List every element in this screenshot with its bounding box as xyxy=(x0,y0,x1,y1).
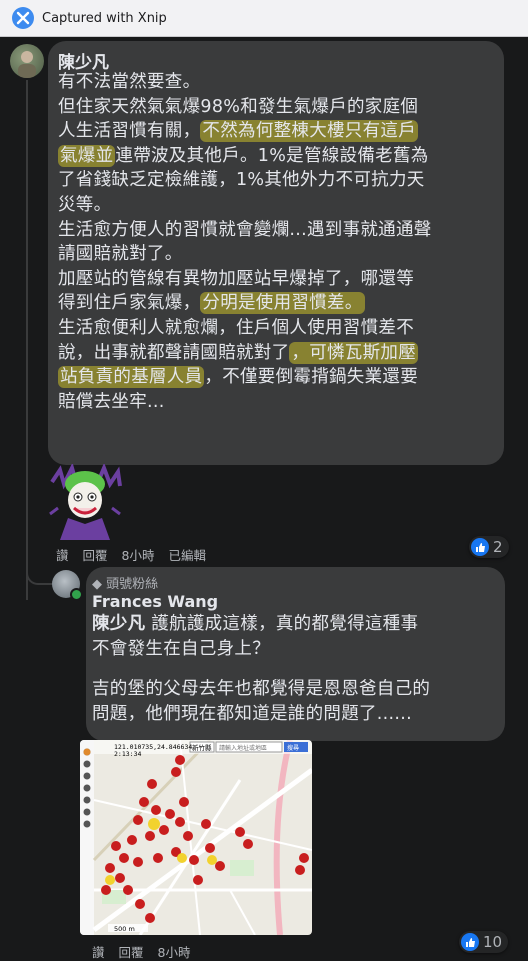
comment-line: 氣爆並 連帶波及其他戶。1%是管線設備老舊為 xyxy=(58,144,502,169)
comment-line: 人生活習慣有關， 不然為何整棟大樓只有這戶 xyxy=(58,119,502,144)
comment-text-segment: 加壓站的管線有異物加壓站早爆掉了，哪還等 xyxy=(58,268,414,289)
comment-line: 生活愈方便人的習慣就會變爛...遇到事就通通聲 xyxy=(58,218,502,243)
diamond-icon: ◆ xyxy=(92,577,102,592)
map-search-button[interactable]: 搜尋 xyxy=(287,744,299,752)
map-scale: 500 m xyxy=(114,925,135,933)
reaction-count-badge[interactable]: 2 xyxy=(469,536,509,558)
comment-line: 加壓站的管線有異物加壓站早爆掉了，哪還等 xyxy=(58,267,502,292)
reply-text: 陳少凡 護航護成這樣，真的都覺得這種事 不會發生在自己身上？ 吉的堡的父母去年也… xyxy=(92,614,431,724)
highlighted-text: 分明是使用習慣差。 xyxy=(200,292,365,315)
window-title: Captured with Xnip xyxy=(42,10,167,26)
comment-text-segment: ，不僅要倒霉揹鍋失業還要 xyxy=(204,367,419,388)
joker-sticker xyxy=(46,462,124,540)
reaction-count: 2 xyxy=(493,538,503,556)
comment-text-segment: 得到住戶家氣爆， xyxy=(58,293,201,314)
comment-text-segment: 了省錢缺乏定檢維護，1%其他外力不可抗力天 xyxy=(58,170,425,191)
comment-line: 災等。 xyxy=(58,193,502,218)
thumbs-up-icon xyxy=(471,538,489,556)
map-time: 2:13:34 xyxy=(114,750,141,758)
avatar[interactable] xyxy=(10,44,44,78)
thumbs-up-icon xyxy=(461,933,479,951)
reply-connector xyxy=(26,565,52,585)
reply-author[interactable]: Frances Wang xyxy=(92,592,218,611)
comment-text: 有不法當然要查。但住家天然氣氣爆98%和發生氣爆戶的家庭個 人生活習慣有關， 不然為… xyxy=(58,70,502,414)
comment-text-segment: 生活愈方便人的習慣就會變爛...遇到事就通通聲 xyxy=(58,219,432,240)
highlighted-text: ，可憐瓦斯加壓 xyxy=(289,341,419,364)
like-button[interactable]: 讚 xyxy=(92,942,105,961)
reply-actions: 讚 回覆 8小時 xyxy=(92,942,190,961)
map-district-select[interactable]: 新竹縣 xyxy=(192,743,212,752)
top-fan-badge: ◆ 頭號粉絲 xyxy=(92,577,159,592)
comment-line: 請國賠就對了。 xyxy=(58,242,502,267)
xnip-logo-icon xyxy=(12,7,34,29)
like-button[interactable]: 讚 xyxy=(56,545,69,564)
thread-line xyxy=(26,80,28,600)
comment-text-segment: 說，出事就都聲請國賠就對了 xyxy=(58,342,290,363)
comment-line: 但住家天然氣氣爆98%和發生氣爆戶的家庭個 xyxy=(58,95,502,120)
comment-text-segment: 連帶波及其他戶。1%是管線設備老舊為 xyxy=(115,145,429,166)
comment-text-segment: 有不法當然要查。 xyxy=(58,72,201,92)
mention-link[interactable]: 陳少凡 xyxy=(92,614,145,634)
comment-line: 生活愈便利人就愈爛，住戶個人使用習慣差不 xyxy=(58,316,502,341)
comment-text-segment: 災等。 xyxy=(58,194,112,215)
comment-text-segment: 生活愈便利人就愈爛，住戶個人使用習慣差不 xyxy=(58,317,414,338)
comment-line: 得到住戶家氣爆， 分明是使用習慣差。 xyxy=(58,291,502,316)
comment-line: 賠償去坐牢... xyxy=(58,390,502,415)
comment-text-segment: 人生活習慣有關， xyxy=(58,121,201,142)
comment-timestamp[interactable]: 8小時 xyxy=(122,545,155,564)
comment-actions: 讚 回覆 8小時 已編輯 xyxy=(56,545,206,564)
highlighted-text: 站負責的基層人員 xyxy=(58,366,205,389)
reaction-count-badge[interactable]: 10 xyxy=(459,931,509,953)
comment-text-segment: 賠償去坐牢... xyxy=(58,391,165,412)
comment-line: 站負責的基層人員 ，不僅要倒霉揹鍋失業還要 xyxy=(58,365,502,390)
edited-label[interactable]: 已編輯 xyxy=(168,545,206,564)
reply-button[interactable]: 回覆 xyxy=(119,942,144,961)
comment-line: 了省錢缺乏定檢維護，1%其他外力不可抗力天 xyxy=(58,168,502,193)
comment-line: 說，出事就都聲請國賠就對了 ，可憐瓦斯加壓 xyxy=(58,341,502,366)
map-search-input[interactable]: 請輸入地址或地區 xyxy=(219,744,267,752)
highlighted-text: 氣爆並 xyxy=(58,144,116,167)
window-titlebar: Captured with Xnip xyxy=(0,0,528,37)
comment-text-segment: 但住家天然氣氣爆98%和發生氣爆戶的家庭個 xyxy=(58,96,419,117)
highlighted-text: 不然為何整棟大樓只有這戶 xyxy=(200,120,419,143)
map-screenshot-image[interactable]: 121.010735,24.846634 2:13:34 新竹縣 請輸入地址或地… xyxy=(80,740,312,935)
reply-button[interactable]: 回覆 xyxy=(83,545,108,564)
online-status-dot xyxy=(70,588,83,601)
reaction-count: 10 xyxy=(483,933,503,951)
comment-text-segment: 請國賠就對了。 xyxy=(58,244,183,265)
reply-timestamp[interactable]: 8小時 xyxy=(158,942,191,961)
comment-line: 有不法當然要查。 xyxy=(58,70,502,95)
